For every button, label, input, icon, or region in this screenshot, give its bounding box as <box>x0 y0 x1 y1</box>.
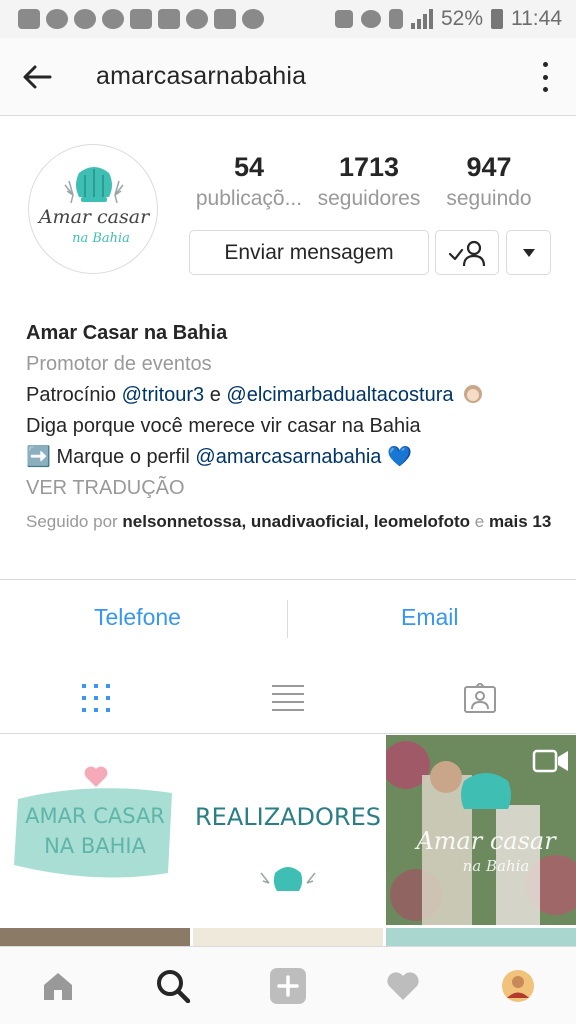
stat-followers[interactable]: 1713 seguidores <box>311 152 427 211</box>
telegram-icon <box>46 9 68 29</box>
status-bar: 52% 11:44 <box>0 0 576 38</box>
grid-post-6[interactable] <box>386 928 576 946</box>
post-3-line1: Amar casar <box>414 827 557 855</box>
stat-followers-label: seguidores <box>317 187 421 210</box>
weather-icon <box>242 9 264 29</box>
post-2-image: REALIZADORES <box>195 803 381 891</box>
post-1-line2: NA BAHIA <box>44 834 147 858</box>
bottom-navigation <box>0 946 576 1024</box>
followed-by[interactable]: Seguido por nelsonnetossa, unadivaoficia… <box>26 510 556 533</box>
grid-post-5[interactable] <box>193 928 383 946</box>
clock: 11:44 <box>511 7 562 30</box>
post-2-title: REALIZADORES <box>195 803 381 831</box>
send-message-button[interactable]: Enviar mensagem <box>189 230 429 275</box>
triangle-down-icon <box>522 248 535 257</box>
stat-posts-value: 54 <box>233 152 265 182</box>
divider <box>287 600 288 638</box>
tab-tagged[interactable] <box>384 662 576 734</box>
bio-line-sponsors: Patrocínio @tritour3 e @elcimarbadualtac… <box>26 380 556 411</box>
bio-line-tagline: Diga porque você merece vir casar na Bah… <box>26 415 421 437</box>
list-icon <box>272 685 304 711</box>
logo-line1: Amar casar <box>37 206 151 228</box>
notification-icons <box>18 9 264 29</box>
back-button[interactable] <box>22 64 52 90</box>
nav-home[interactable] <box>0 947 115 1024</box>
logo-line2: na Bahia <box>72 231 130 246</box>
search-icon <box>156 970 190 1003</box>
stat-following-label: seguindo <box>446 187 532 210</box>
nav-profile[interactable] <box>460 947 575 1024</box>
nav-search[interactable] <box>115 947 230 1024</box>
tagged-person-icon <box>464 683 496 713</box>
nav-activity[interactable] <box>345 947 460 1024</box>
heart-notification-icon-2 <box>102 9 124 29</box>
add-post-icon <box>269 968 306 1004</box>
profile-category: Promotor de eventos <box>26 353 212 375</box>
stat-following[interactable]: 947 seguindo <box>433 152 545 211</box>
stat-posts[interactable]: 54 publicaçõ... <box>189 152 309 211</box>
stat-followers-value: 1713 <box>338 152 400 182</box>
profile-username: amarcasarnabahia <box>96 62 307 90</box>
tab-list[interactable] <box>192 662 384 734</box>
followed-by-more: mais 13 <box>488 512 552 531</box>
divider <box>0 579 576 580</box>
heart-notification-icon <box>74 9 96 29</box>
mention-amarcasarnabahia[interactable]: @amarcasarnabahia <box>195 446 381 468</box>
whatsapp-icon <box>186 9 208 29</box>
user-check-icon <box>448 240 486 266</box>
phone-contact-button[interactable]: Telefone <box>94 604 181 631</box>
more-options-button[interactable] <box>538 62 552 92</box>
see-translation-link[interactable]: VER TRADUÇÃO <box>26 473 556 504</box>
profile-avatar[interactable]: Amar casar na Bahia <box>28 144 158 274</box>
home-icon <box>43 973 72 1000</box>
nav-new-post[interactable] <box>230 947 345 1024</box>
back-arrow-icon <box>23 65 52 89</box>
heart-icon <box>386 972 419 1000</box>
signal-icon <box>410 9 433 29</box>
mute-icon <box>334 10 353 28</box>
instagram-notification-icon <box>214 9 236 29</box>
grid-post-1[interactable]: AMAR CASAR NA BAHIA <box>0 735 190 925</box>
following-button[interactable] <box>435 230 499 275</box>
post-3-image: Amar casar na Bahia <box>386 735 576 925</box>
woman-emoji-icon <box>464 385 483 403</box>
brand-logo: Amar casar na Bahia <box>37 167 151 246</box>
mention-tritour3[interactable]: @tritour3 <box>122 384 205 406</box>
post-1-line1: AMAR CASAR <box>25 804 165 828</box>
grid-post-2[interactable]: REALIZADORES <box>193 735 383 925</box>
stat-following-value: 947 <box>466 152 512 182</box>
email-contact-button[interactable]: Email <box>401 604 459 631</box>
grid-icon <box>82 684 110 712</box>
profile-header-bar: amarcasarnabahia <box>0 38 576 116</box>
suggestions-dropdown-button[interactable] <box>506 230 551 275</box>
grid-post-4[interactable] <box>0 928 190 946</box>
wifi-icon <box>360 10 381 28</box>
tab-grid[interactable] <box>0 662 192 734</box>
bio-line-tag-profile: ➡️ Marque o perfil @amarcasarnabahia 💙 <box>26 446 412 468</box>
phone-icon <box>388 9 403 29</box>
stat-posts-label: publicaçõ... <box>195 187 303 210</box>
message-notification-icon <box>18 9 40 29</box>
post-1-image: AMAR CASAR NA BAHIA <box>14 766 172 878</box>
profile-avatar-icon <box>501 970 534 1002</box>
grid-post-3[interactable]: Amar casar na Bahia <box>386 735 576 925</box>
post-3-line2: na Bahia <box>463 857 530 875</box>
battery-icon <box>491 9 503 29</box>
mail-icon <box>130 9 152 29</box>
followed-by-users: nelsonnetossa, unadivaoficial, leomelofo… <box>122 512 471 531</box>
mention-elcimarbadualtacostura[interactable]: @elcimarbadualtacostura <box>226 384 453 406</box>
more-dot-icon <box>542 62 548 67</box>
profile-full-name: Amar Casar na Bahia <box>26 322 228 344</box>
app-notification-icon <box>158 9 180 29</box>
battery-percent: 52% <box>440 7 483 30</box>
profile-view-tabs <box>0 662 576 734</box>
profile-bio: Amar Casar na Bahia Promotor de eventos … <box>26 318 556 533</box>
